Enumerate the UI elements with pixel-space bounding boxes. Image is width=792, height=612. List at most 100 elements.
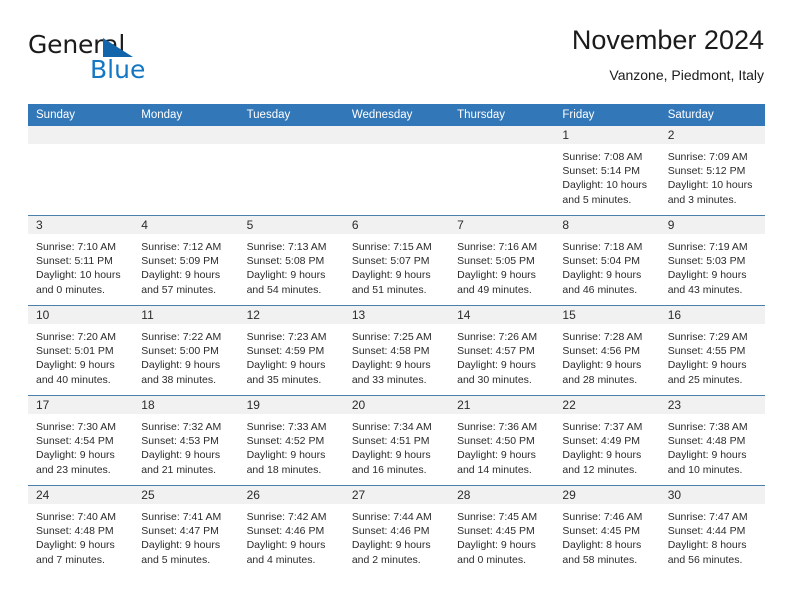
day-details: Sunrise: 7:29 AM Sunset: 4:55 PM Daylight:… bbox=[660, 324, 765, 387]
calendar-day-cell[interactable]: 29 Sunrise: 7:46 AM Sunset: 4:45 PM Dayligh… bbox=[554, 486, 660, 575]
calendar-week-row: 24 Sunrise: 7:40 AM Sunset: 4:48 PM Dayligh… bbox=[28, 485, 765, 575]
calendar-day-cell[interactable]: 3 Sunrise: 7:10 AM Sunset: 5:11 PM Daylight… bbox=[28, 216, 134, 305]
day-details: Sunrise: 7:47 AM Sunset: 4:44 PM Daylight:… bbox=[660, 504, 765, 567]
day-details: Sunrise: 7:45 AM Sunset: 4:45 PM Daylight:… bbox=[449, 504, 554, 567]
weekday-header-row: Sunday Monday Tuesday Wednesday Thursday Frid… bbox=[28, 104, 765, 126]
day-details: Sunrise: 7:36 AM Sunset: 4:50 PM Daylight:… bbox=[449, 414, 554, 477]
brand-logo[interactable]: General Blue bbox=[28, 32, 268, 94]
sunset-text: Sunset: 4:44 PM bbox=[667, 525, 746, 538]
calendar-day-cell[interactable]: 14 Sunrise: 7:26 AM Sunset: 4:57 PM Dayligh… bbox=[449, 306, 555, 395]
daylight-text: Daylight: 9 hours and 21 minutes. bbox=[141, 449, 221, 476]
weekday-header-friday: Friday bbox=[562, 109, 595, 121]
page-subtitle: Vanzone, Piedmont, Italy bbox=[609, 66, 764, 83]
calendar-day-cell[interactable]: 19 Sunrise: 7:33 AM Sunset: 4:52 PM Dayligh… bbox=[238, 396, 344, 485]
day-details: Sunrise: 7:44 AM Sunset: 4:46 PM Daylight:… bbox=[344, 504, 449, 567]
day-details: Sunrise: 7:08 AM Sunset: 5:14 PM Daylight:… bbox=[554, 144, 659, 207]
sunset-text: Sunset: 4:46 PM bbox=[246, 525, 325, 538]
day-number: 26 bbox=[238, 486, 344, 504]
calendar-day-cell[interactable]: 11 Sunrise: 7:22 AM Sunset: 5:00 PM Dayligh… bbox=[133, 306, 239, 395]
daylight-text: Daylight: 9 hours and 16 minutes. bbox=[351, 449, 431, 476]
calendar-day-cell-empty bbox=[133, 126, 239, 215]
day-details: Sunrise: 7:28 AM Sunset: 4:56 PM Daylight:… bbox=[554, 324, 659, 387]
calendar-day-cell[interactable]: 23 Sunrise: 7:38 AM Sunset: 4:48 PM Dayligh… bbox=[659, 396, 765, 485]
daylight-text: Daylight: 9 hours and 7 minutes. bbox=[36, 539, 115, 566]
day-number: 2 bbox=[659, 126, 765, 144]
calendar-day-cell[interactable]: 26 Sunrise: 7:42 AM Sunset: 4:46 PM Dayligh… bbox=[238, 486, 344, 575]
day-number: 13 bbox=[343, 306, 450, 324]
calendar-day-cell[interactable]: 1 Sunrise: 7:08 AM Sunset: 5:14 PM Daylight… bbox=[554, 126, 660, 215]
calendar-day-cell[interactable]: 25 Sunrise: 7:41 AM Sunset: 4:47 PM Dayligh… bbox=[133, 486, 239, 575]
day-details: Sunrise: 7:09 AM Sunset: 5:12 PM Daylight:… bbox=[660, 144, 765, 207]
calendar-day-cell[interactable]: 9 Sunrise: 7:19 AM Sunset: 5:03 PM Daylight… bbox=[659, 216, 765, 305]
day-number: 30 bbox=[659, 486, 765, 504]
sunrise-text: Sunrise: 7:23 AM bbox=[246, 331, 327, 343]
calendar-day-cell[interactable]: 12 Sunrise: 7:23 AM Sunset: 4:59 PM Dayligh… bbox=[238, 306, 344, 395]
day-number: 16 bbox=[659, 306, 765, 324]
day-number: 11 bbox=[133, 306, 239, 324]
title-block: November 2024 Vanzone, Piedmont, Italy bbox=[572, 25, 764, 83]
day-details: Sunrise: 7:30 AM Sunset: 4:54 PM Daylight:… bbox=[28, 414, 133, 477]
calendar-day-cell[interactable]: 16 Sunrise: 7:29 AM Sunset: 4:55 PM Dayligh… bbox=[659, 306, 765, 395]
sunset-text: Sunset: 5:04 PM bbox=[562, 255, 641, 268]
daylight-text: Daylight: 9 hours and 49 minutes. bbox=[457, 269, 536, 296]
daylight-text: Daylight: 10 hours and 0 minutes. bbox=[36, 269, 121, 296]
calendar-day-cell-empty bbox=[343, 126, 450, 215]
daylight-text: Daylight: 9 hours and 10 minutes. bbox=[667, 449, 747, 476]
calendar-day-cell[interactable]: 2 Sunrise: 7:09 AM Sunset: 5:12 PM Daylight… bbox=[659, 126, 765, 215]
sunset-text: Sunset: 4:54 PM bbox=[36, 435, 114, 448]
calendar-day-cell[interactable]: 6 Sunrise: 7:15 AM Sunset: 5:07 PM Daylight… bbox=[343, 216, 450, 305]
calendar-day-cell[interactable]: 20 Sunrise: 7:34 AM Sunset: 4:51 PM Dayligh… bbox=[343, 396, 450, 485]
day-number: 12 bbox=[238, 306, 344, 324]
day-details: Sunrise: 7:13 AM Sunset: 5:08 PM Daylight:… bbox=[239, 234, 344, 297]
sunset-text: Sunset: 4:59 PM bbox=[246, 345, 325, 358]
calendar-day-cell[interactable]: 30 Sunrise: 7:47 AM Sunset: 4:44 PM Dayligh… bbox=[659, 486, 765, 575]
sunset-text: Sunset: 5:09 PM bbox=[141, 255, 219, 268]
weekday-header-tuesday: Tuesday bbox=[246, 109, 291, 121]
calendar-day-cell[interactable]: 7 Sunrise: 7:16 AM Sunset: 5:05 PM Daylight… bbox=[449, 216, 555, 305]
sunrise-text: Sunrise: 7:13 AM bbox=[246, 241, 327, 253]
calendar-day-cell[interactable]: 10 Sunrise: 7:20 AM Sunset: 5:01 PM Dayligh… bbox=[28, 306, 134, 395]
daylight-text: Daylight: 9 hours and 33 minutes. bbox=[351, 359, 431, 386]
day-details: Sunrise: 7:37 AM Sunset: 4:49 PM Daylight:… bbox=[554, 414, 659, 477]
day-details: Sunrise: 7:42 AM Sunset: 4:46 PM Daylight:… bbox=[239, 504, 344, 567]
calendar-day-cell[interactable]: 17 Sunrise: 7:30 AM Sunset: 4:54 PM Dayligh… bbox=[28, 396, 134, 485]
daylight-text: Daylight: 8 hours and 56 minutes. bbox=[667, 539, 747, 566]
weekday-header-wednesday: Wednesday bbox=[351, 109, 413, 121]
sunrise-text: Sunrise: 7:47 AM bbox=[667, 511, 748, 523]
calendar-day-cell[interactable]: 21 Sunrise: 7:36 AM Sunset: 4:50 PM Dayligh… bbox=[449, 396, 555, 485]
calendar-day-cell[interactable]: 5 Sunrise: 7:13 AM Sunset: 5:08 PM Daylight… bbox=[238, 216, 344, 305]
sunrise-text: Sunrise: 7:28 AM bbox=[562, 331, 643, 343]
daylight-text: Daylight: 9 hours and 0 minutes. bbox=[457, 539, 536, 566]
daylight-text: Daylight: 9 hours and 40 minutes. bbox=[36, 359, 115, 386]
calendar-day-cell[interactable]: 4 Sunrise: 7:12 AM Sunset: 5:09 PM Daylight… bbox=[133, 216, 239, 305]
sunset-text: Sunset: 4:48 PM bbox=[36, 525, 114, 538]
sunset-text: Sunset: 5:01 PM bbox=[36, 345, 114, 358]
daylight-text: Daylight: 9 hours and 54 minutes. bbox=[246, 269, 326, 296]
sunset-text: Sunset: 5:14 PM bbox=[562, 165, 641, 178]
day-number: 10 bbox=[28, 306, 134, 324]
calendar-day-cell[interactable]: 27 Sunrise: 7:44 AM Sunset: 4:46 PM Dayligh… bbox=[343, 486, 450, 575]
calendar-day-cell[interactable]: 18 Sunrise: 7:32 AM Sunset: 4:53 PM Dayligh… bbox=[133, 396, 239, 485]
sunrise-text: Sunrise: 7:37 AM bbox=[562, 421, 643, 433]
calendar-day-cell[interactable]: 28 Sunrise: 7:45 AM Sunset: 4:45 PM Dayligh… bbox=[449, 486, 555, 575]
sunset-text: Sunset: 4:55 PM bbox=[667, 345, 746, 358]
day-details: Sunrise: 7:23 AM Sunset: 4:59 PM Daylight:… bbox=[239, 324, 344, 387]
calendar-page: General Blue November 2024 Vanzone, Pied… bbox=[0, 0, 792, 612]
sunrise-text: Sunrise: 7:09 AM bbox=[667, 151, 748, 163]
daylight-text: Daylight: 9 hours and 2 minutes. bbox=[351, 539, 431, 566]
calendar-day-cell[interactable]: 15 Sunrise: 7:28 AM Sunset: 4:56 PM Dayligh… bbox=[554, 306, 660, 395]
calendar-day-cell[interactable]: 8 Sunrise: 7:18 AM Sunset: 5:04 PM Daylight… bbox=[554, 216, 660, 305]
sunrise-text: Sunrise: 7:41 AM bbox=[141, 511, 222, 523]
calendar-day-cell[interactable]: 24 Sunrise: 7:40 AM Sunset: 4:48 PM Dayligh… bbox=[28, 486, 134, 575]
weekday-header-monday: Monday bbox=[141, 109, 183, 121]
day-number: 17 bbox=[28, 396, 134, 414]
sunset-text: Sunset: 5:03 PM bbox=[667, 255, 746, 268]
calendar-day-cell[interactable]: 22 Sunrise: 7:37 AM Sunset: 4:49 PM Dayligh… bbox=[554, 396, 660, 485]
day-details: Sunrise: 7:34 AM Sunset: 4:51 PM Daylight:… bbox=[344, 414, 449, 477]
day-details: Sunrise: 7:12 AM Sunset: 5:09 PM Daylight:… bbox=[133, 234, 238, 297]
calendar-day-cell[interactable]: 13 Sunrise: 7:25 AM Sunset: 4:58 PM Dayligh… bbox=[343, 306, 450, 395]
sunset-text: Sunset: 4:49 PM bbox=[562, 435, 641, 448]
day-number: 9 bbox=[659, 216, 765, 234]
daylight-text: Daylight: 9 hours and 46 minutes. bbox=[562, 269, 642, 296]
day-number: 18 bbox=[133, 396, 239, 414]
